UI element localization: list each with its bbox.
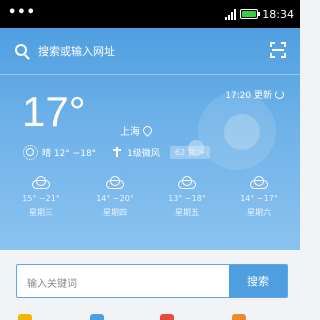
weather-condition: 晴 12° ~18° [42,148,97,159]
cloud-icon [106,176,124,189]
forecast-weekday: 星期三 [29,208,53,217]
decorative-bubble [224,114,260,150]
search-button[interactable]: 搜索 [229,265,287,297]
current-temperature: 17° [22,88,86,135]
search-icon [15,44,27,56]
forecast-weekday: 星期四 [103,208,127,217]
forecast-day: 15° ~21° 星期三 [6,176,76,218]
forecast-range: 14° ~17° [240,194,278,203]
wind-icon [112,147,122,157]
city-name: 上海 [120,127,140,138]
refresh-icon[interactable] [275,90,284,99]
forecast-day: 13° ~18° 星期五 [152,176,222,218]
shortcut-icon[interactable] [160,314,174,320]
keyword-search-box: 输入关键词 搜索 [16,264,288,298]
cloud-icon [32,176,50,189]
update-time: 17:20 更新 [225,91,272,101]
status-dots: ••• [8,5,36,20]
wind-level: 1级微风 [127,148,160,159]
cloud-icon [178,176,196,189]
sun-icon [23,145,38,160]
signal-icon [225,8,237,20]
scan-icon[interactable] [270,42,286,58]
keyword-input[interactable]: 输入关键词 [27,275,77,290]
top-address-bar[interactable]: 搜索或输入网址 [0,28,300,74]
address-placeholder[interactable]: 搜索或输入网址 [38,43,115,59]
status-bar: ••• 18:34 [0,0,300,28]
location-pin-icon [141,124,154,137]
cloud-icon [250,176,268,189]
forecast-weekday: 星期五 [175,208,199,217]
weather-update[interactable]: 17:20 更新 [225,88,284,101]
shortcut-icon[interactable] [90,314,104,320]
status-indicators: 18:34 [225,6,294,22]
forecast-day: 14° ~17° 星期六 [224,176,294,218]
forecast-weekday: 星期六 [247,208,271,217]
forecast-range: 13° ~18° [168,194,206,203]
status-time: 18:34 [262,7,294,21]
battery-icon [240,9,261,19]
weather-panel[interactable]: 搜索或输入网址 17:20 更新 17° 上海 晴 12° ~18° 1级微风 … [0,28,300,250]
aqi-badge[interactable]: 62 良 > [169,145,210,159]
forecast-range: 14° ~20° [96,194,134,203]
header-divider [0,74,300,75]
forecast-day: 14° ~20° 星期四 [80,176,150,218]
shortcut-row [0,312,300,320]
forecast-row: 15° ~21° 星期三 14° ~20° 星期四 13° ~18° 星期五 1… [0,176,300,246]
city-location[interactable]: 上海 [120,123,154,138]
browser-home-screen: ••• 18:34 搜索或输入网址 17:20 更新 17° 上海 晴 12° … [0,0,300,320]
weather-conditions: 晴 12° ~18° 1级微风 62 良 > [23,145,210,160]
shortcut-icon[interactable] [18,314,32,320]
forecast-range: 15° ~21° [22,194,60,203]
shortcut-icon[interactable] [232,314,246,320]
